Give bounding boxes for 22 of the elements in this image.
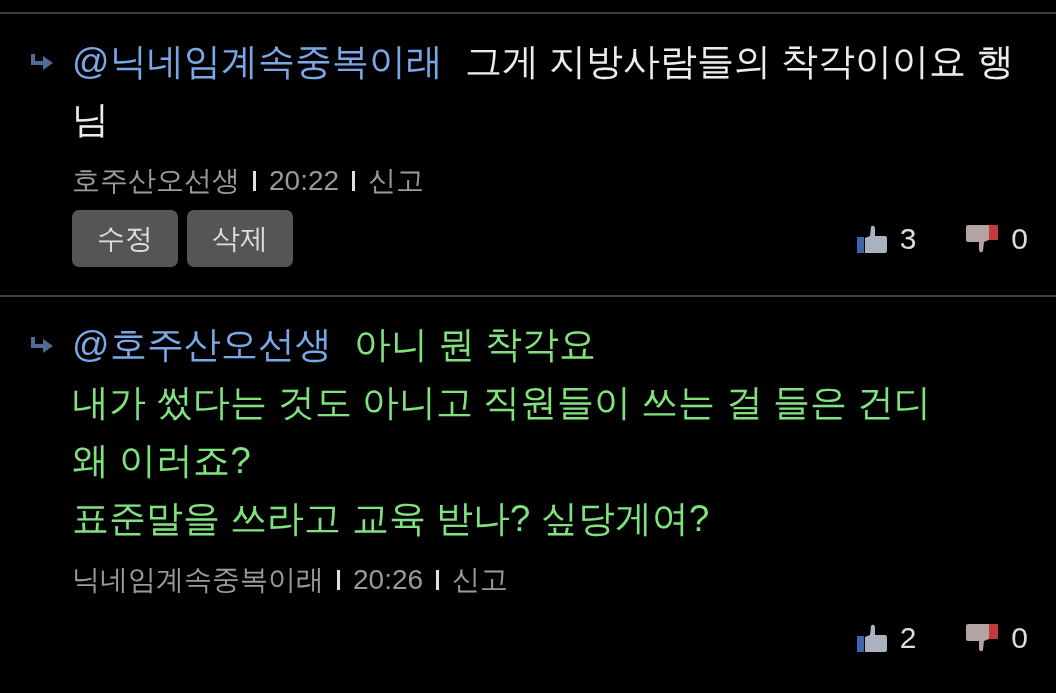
thumbs-up-icon	[856, 623, 887, 652]
author-name: 호주산오선생	[72, 164, 240, 198]
like-button[interactable]: 3	[856, 221, 917, 256]
thumbs-up-icon	[856, 224, 887, 253]
reply-arrow-icon	[31, 54, 53, 70]
reply-arrow-icon	[31, 337, 53, 353]
timestamp: 20:22	[269, 165, 340, 197]
mention-link[interactable]: @닉네임계속중복이래	[72, 41, 443, 82]
author-name: 닉네임계속중복이래	[72, 563, 324, 597]
report-link[interactable]: 신고	[452, 561, 509, 599]
comment-text: @닉네임계속중복이래 그게 지방사람들의 착각이이요 행님	[72, 40, 1015, 142]
edit-button[interactable]: 수정	[72, 210, 178, 267]
report-link[interactable]: 신고	[368, 162, 425, 200]
dislike-button[interactable]: 0	[966, 221, 1028, 256]
delete-button[interactable]: 삭제	[187, 210, 293, 267]
thumbs-down-icon	[966, 224, 999, 253]
like-button[interactable]: 2	[856, 620, 917, 655]
dislike-button[interactable]: 0	[966, 620, 1028, 655]
mention-link[interactable]: @호주산오선생	[72, 324, 332, 365]
timestamp: 20:26	[353, 564, 424, 596]
comment-text: @호주산오선생 아니 뭔 착각요 내가 썼다는 것도 아니고 직원들이 쓰는 걸 들은 건디 왜 이러죠? 표준말을 쓰라고 교육 받나? 싶당게여?	[72, 323, 933, 541]
thumbs-down-icon	[966, 623, 999, 652]
